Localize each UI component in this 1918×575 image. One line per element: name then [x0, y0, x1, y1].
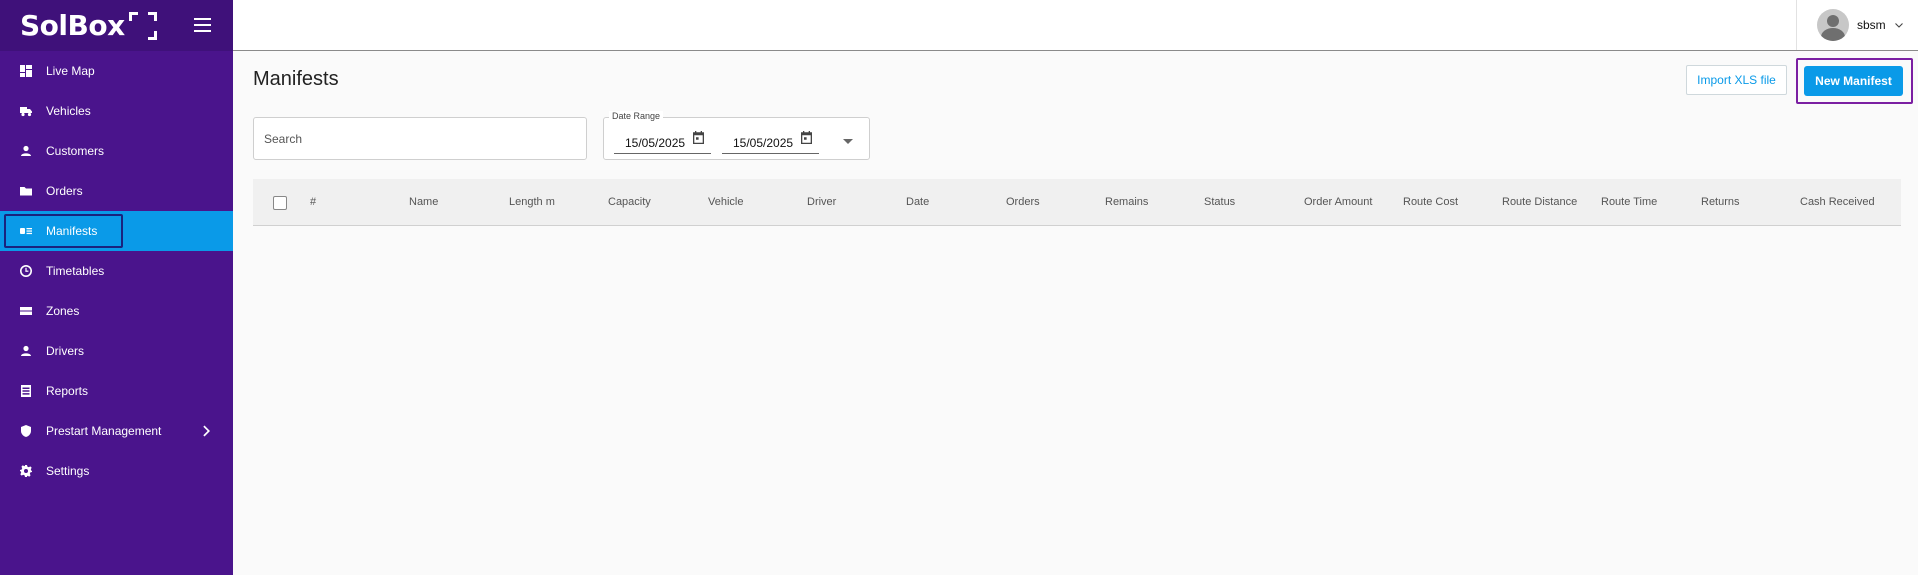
avatar — [1817, 9, 1849, 41]
column-header[interactable]: Name — [409, 196, 438, 208]
page-title: Manifests — [253, 68, 339, 90]
sidebar-item-label: Drivers — [46, 344, 84, 358]
column-header[interactable]: Order Amount — [1304, 196, 1372, 208]
search-input[interactable] — [253, 117, 587, 160]
column-header[interactable]: Capacity — [608, 196, 651, 208]
column-header[interactable]: Date — [906, 196, 929, 208]
date-to-value: 15/05/2025 — [733, 136, 794, 150]
sidebar-item-manifests[interactable]: Manifests — [0, 211, 233, 251]
dashboard-icon — [20, 65, 32, 77]
new-manifest-highlight: New Manifest — [1796, 58, 1913, 104]
date-to-field[interactable]: 15/05/2025 — [722, 130, 819, 154]
menu-toggle-icon[interactable] — [194, 18, 211, 32]
calendar-icon[interactable] — [800, 131, 813, 144]
column-header[interactable]: Cash Received — [1800, 196, 1875, 208]
sidebar-item-label: Customers — [46, 144, 105, 158]
column-header[interactable]: Length m — [509, 196, 555, 208]
user-menu[interactable]: sbsm — [1817, 9, 1903, 41]
manifest-icon — [20, 225, 32, 237]
column-header[interactable]: Route Distance — [1502, 196, 1577, 208]
sidebar-item-settings[interactable]: Settings — [0, 451, 233, 491]
person-icon — [20, 145, 32, 157]
sidebar-nav: Live Map Vehicles Customers Orders Manif… — [0, 51, 233, 491]
sidebar-item-label: Orders — [46, 184, 83, 198]
person-icon — [20, 345, 32, 357]
column-header[interactable]: Driver — [807, 196, 836, 208]
column-header[interactable]: Status — [1204, 196, 1235, 208]
chevron-right-icon[interactable] — [203, 425, 211, 437]
dropdown-arrow-icon[interactable] — [843, 139, 853, 144]
sidebar-item-label: Prestart Management — [46, 424, 162, 438]
truck-icon — [20, 105, 32, 117]
column-header[interactable]: Returns — [1701, 196, 1740, 208]
sidebar-item-timetables[interactable]: Timetables — [0, 251, 233, 291]
report-icon — [20, 385, 32, 397]
sidebar-item-label: Live Map — [46, 64, 95, 78]
column-header[interactable]: Orders — [1006, 196, 1040, 208]
column-header[interactable]: Remains — [1105, 196, 1148, 208]
column-header[interactable]: Route Cost — [1403, 196, 1458, 208]
topbar-divider — [1796, 0, 1797, 50]
shield-icon — [20, 425, 32, 437]
chevron-down-icon — [1894, 22, 1903, 28]
date-range-picker: Date Range 15/05/2025 15/05/2025 — [603, 111, 870, 160]
sidebar-item-label: Timetables — [46, 264, 105, 278]
sidebar-item-label: Zones — [46, 304, 80, 318]
date-from-field[interactable]: 15/05/2025 — [614, 130, 711, 154]
date-from-value: 15/05/2025 — [625, 136, 686, 150]
column-header[interactable]: Route Time — [1601, 196, 1657, 208]
brand-mark-icon — [128, 11, 157, 40]
sidebar-item-customers[interactable]: Customers — [0, 131, 233, 171]
new-manifest-button[interactable]: New Manifest — [1804, 66, 1903, 96]
sidebar-item-drivers[interactable]: Drivers — [0, 331, 233, 371]
table-header: # Name Length m Capacity Vehicle Driver … — [253, 179, 1901, 226]
column-header[interactable]: # — [310, 196, 316, 208]
calendar-icon[interactable] — [692, 131, 705, 144]
sidebar-item-reports[interactable]: Reports — [0, 371, 233, 411]
sidebar-item-label: Settings — [46, 464, 90, 478]
folder-icon — [20, 185, 32, 197]
username: sbsm — [1857, 18, 1886, 32]
sidebar-item-vehicles[interactable]: Vehicles — [0, 91, 233, 131]
gear-icon — [20, 465, 32, 477]
sidebar-item-label: Manifests — [46, 224, 98, 238]
date-range-label: Date Range — [609, 111, 664, 121]
sidebar-item-label: Vehicles — [46, 104, 91, 118]
clock-icon — [20, 265, 32, 277]
select-all-checkbox[interactable] — [273, 196, 287, 210]
sidebar-item-live-map[interactable]: Live Map — [0, 51, 233, 91]
sidebar-item-label: Reports — [46, 384, 89, 398]
import-xls-button[interactable]: Import XLS file — [1686, 65, 1787, 95]
sidebar: SolBox Live Map Vehicles Customers Order… — [0, 0, 233, 575]
topbar: sbsm — [233, 0, 1918, 51]
sidebar-item-orders[interactable]: Orders — [0, 171, 233, 211]
zones-icon — [20, 305, 32, 317]
brand-logo: SolBox — [20, 9, 125, 42]
brand-header: SolBox — [0, 0, 233, 51]
sidebar-item-prestart-management[interactable]: Prestart Management — [0, 411, 233, 451]
sidebar-item-zones[interactable]: Zones — [0, 291, 233, 331]
column-header[interactable]: Vehicle — [708, 196, 743, 208]
